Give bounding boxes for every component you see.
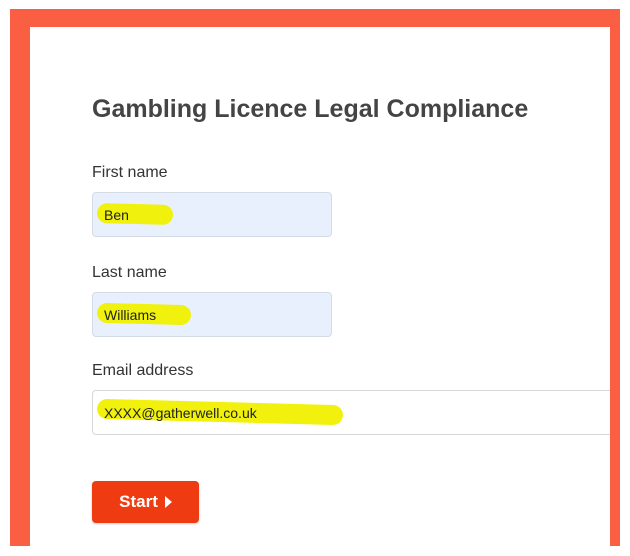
last-name-value: Williams [104, 307, 157, 323]
orange-frame: Gambling Licence Legal Compliance First … [10, 9, 620, 546]
start-button-label: Start [119, 492, 158, 511]
form-panel: Gambling Licence Legal Compliance First … [30, 27, 610, 546]
caret-right-icon [164, 496, 172, 508]
first-name-value: Ben [104, 207, 129, 223]
first-name-field[interactable]: Ben [92, 192, 332, 237]
email-label: Email address [92, 362, 194, 379]
email-value: XXXX@gatherwell.co.uk [104, 405, 257, 421]
first-name-label: First name [92, 164, 168, 181]
email-field[interactable]: XXXX@gatherwell.co.uk [92, 390, 610, 435]
page-title: Gambling Licence Legal Compliance [92, 95, 529, 123]
last-name-label: Last name [92, 264, 167, 281]
last-name-field[interactable]: Williams [92, 292, 332, 337]
start-button[interactable]: Start [92, 481, 199, 523]
